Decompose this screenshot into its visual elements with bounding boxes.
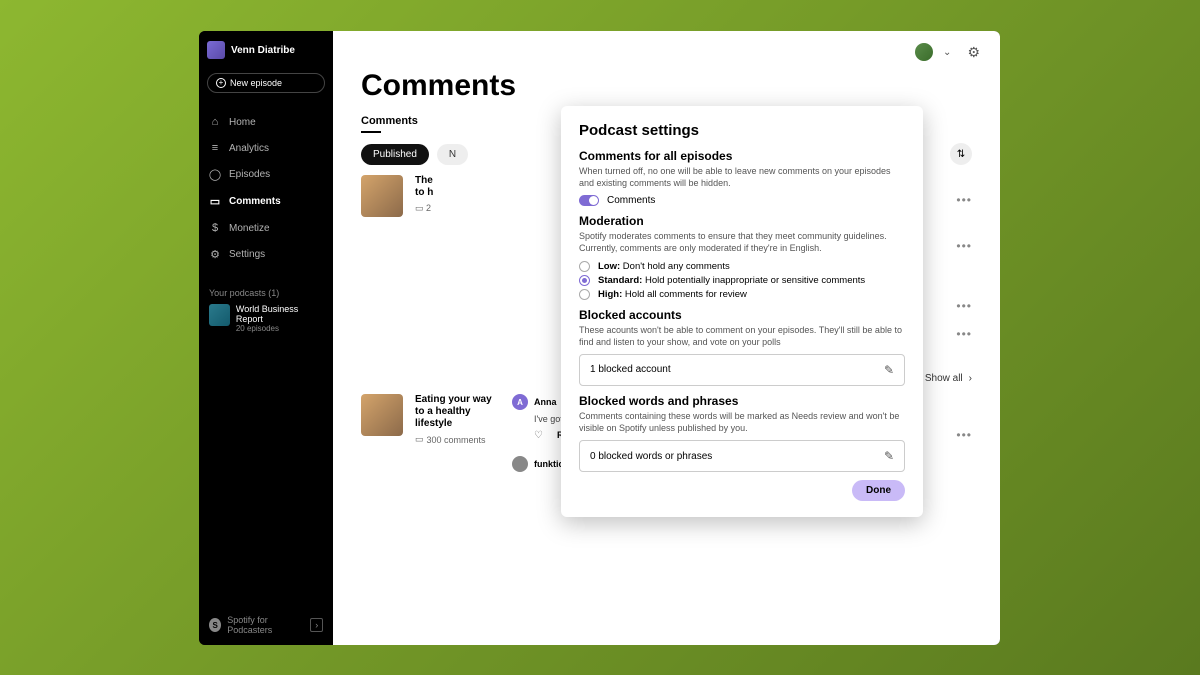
comment-icon: ▭ (415, 434, 424, 445)
episode-artwork[interactable] (361, 394, 403, 436)
filter-published[interactable]: Published (361, 144, 429, 165)
episode-artwork[interactable] (361, 175, 403, 217)
app-window: Venn Diatribe + New episode ⌂Home ≡Analy… (199, 31, 1000, 645)
nav-episodes[interactable]: ◯Episodes (199, 161, 333, 188)
section-desc-blocked-accounts: These acounts won't be able to comment o… (579, 324, 905, 348)
new-episode-label: New episode (230, 78, 282, 88)
radio-icon (579, 275, 590, 286)
analytics-icon: ≡ (209, 142, 221, 154)
commenter-avatar: A (512, 394, 528, 410)
nav-comments[interactable]: ▭Comments (199, 188, 333, 215)
radio-icon (579, 261, 590, 272)
gear-icon[interactable]: ⚙ (967, 44, 980, 61)
heart-icon[interactable]: ♡ (534, 430, 543, 441)
profile-section[interactable]: Venn Diatribe (199, 31, 333, 69)
pencil-icon: ✎ (884, 449, 894, 463)
blocked-accounts-value: 1 blocked account (590, 364, 671, 375)
more-icon[interactable]: ••• (956, 193, 972, 207)
pencil-icon: ✎ (884, 363, 894, 377)
section-desc-blocked-words: Comments containing these words will be … (579, 410, 905, 434)
episode-title: Theto h (415, 175, 500, 199)
podcast-sub: 20 episodes (236, 324, 323, 333)
section-title-blocked-words: Blocked words and phrases (579, 394, 905, 408)
tab-comments[interactable]: Comments (361, 115, 418, 133)
profile-avatar (207, 41, 225, 59)
new-episode-button[interactable]: + New episode (207, 73, 325, 93)
blocked-accounts-field[interactable]: 1 blocked account ✎ (579, 354, 905, 386)
sidebar: Venn Diatribe + New episode ⌂Home ≡Analy… (199, 31, 333, 645)
modal-title: Podcast settings (579, 122, 905, 139)
user-avatar[interactable] (915, 43, 933, 61)
plus-icon: + (216, 78, 226, 88)
nav-home[interactable]: ⌂Home (199, 109, 333, 135)
comments-toggle-label: Comments (607, 195, 655, 206)
section-title-moderation: Moderation (579, 214, 905, 228)
footer-brand: Spotify for Podcasters (227, 615, 304, 635)
profile-name: Venn Diatribe (231, 45, 295, 56)
page-title: Comments (333, 61, 1000, 103)
blocked-words-field[interactable]: 0 blocked words or phrases ✎ (579, 440, 905, 472)
podcast-title: World Business Report (236, 304, 323, 324)
monetize-icon: $ (209, 222, 221, 234)
nav-monetize[interactable]: $Monetize (199, 215, 333, 241)
podcasts-label: Your podcasts (1) (199, 272, 333, 304)
settings-icon: ⚙ (209, 248, 221, 261)
chevron-right-icon: › (969, 373, 972, 384)
home-icon: ⌂ (209, 116, 221, 128)
topbar: ⌄ ⚙ (333, 31, 1000, 61)
nav-analytics[interactable]: ≡Analytics (199, 135, 333, 161)
chevron-down-icon[interactable]: ⌄ (943, 47, 951, 58)
more-icon[interactable]: ••• (956, 428, 972, 442)
episode-meta: ▭ 2 (415, 203, 500, 214)
commenter-name: Anna (534, 397, 557, 407)
comments-toggle[interactable] (579, 195, 599, 206)
done-button[interactable]: Done (852, 480, 905, 501)
radio-icon (579, 289, 590, 300)
episodes-icon: ◯ (209, 168, 221, 181)
commenter-avatar (512, 456, 528, 472)
podcast-artwork (209, 304, 230, 326)
moderation-high[interactable]: High: Hold all comments for review (579, 289, 905, 300)
section-title-blocked-accounts: Blocked accounts (579, 308, 905, 322)
nav: ⌂Home ≡Analytics ◯Episodes ▭Comments $Mo… (199, 105, 333, 272)
episode-title: Eating your way to a healthy lifestyle (415, 394, 500, 430)
episode-meta: ▭300 comments (415, 434, 500, 445)
blocked-words-value: 0 blocked words or phrases (590, 451, 712, 462)
more-icon[interactable]: ••• (956, 299, 972, 313)
section-desc-comments: When turned off, no one will be able to … (579, 165, 905, 189)
podcast-item[interactable]: World Business Report 20 episodes (199, 304, 333, 333)
expand-icon[interactable]: › (310, 618, 323, 632)
comments-icon: ▭ (209, 195, 221, 208)
moderation-low[interactable]: Low: Don't hold any comments (579, 261, 905, 272)
comments-toggle-row: Comments (579, 195, 905, 206)
spotify-icon: S (209, 618, 221, 632)
sidebar-footer: S Spotify for Podcasters › (199, 605, 333, 645)
moderation-standard[interactable]: Standard: Hold potentially inappropriate… (579, 275, 905, 286)
podcast-settings-modal: Podcast settings Comments for all episod… (561, 106, 923, 517)
more-icon[interactable]: ••• (956, 327, 972, 341)
main-content: ⌄ ⚙ Comments Comments Published N ⇅ Thet… (333, 31, 1000, 645)
nav-settings[interactable]: ⚙Settings (199, 241, 333, 268)
filter-sort-icon[interactable]: ⇅ (950, 143, 972, 165)
more-icon[interactable]: ••• (956, 239, 972, 253)
section-desc-moderation: Spotify moderates comments to ensure tha… (579, 230, 905, 254)
filter-other[interactable]: N (437, 144, 468, 165)
section-title-comments: Comments for all episodes (579, 149, 905, 163)
